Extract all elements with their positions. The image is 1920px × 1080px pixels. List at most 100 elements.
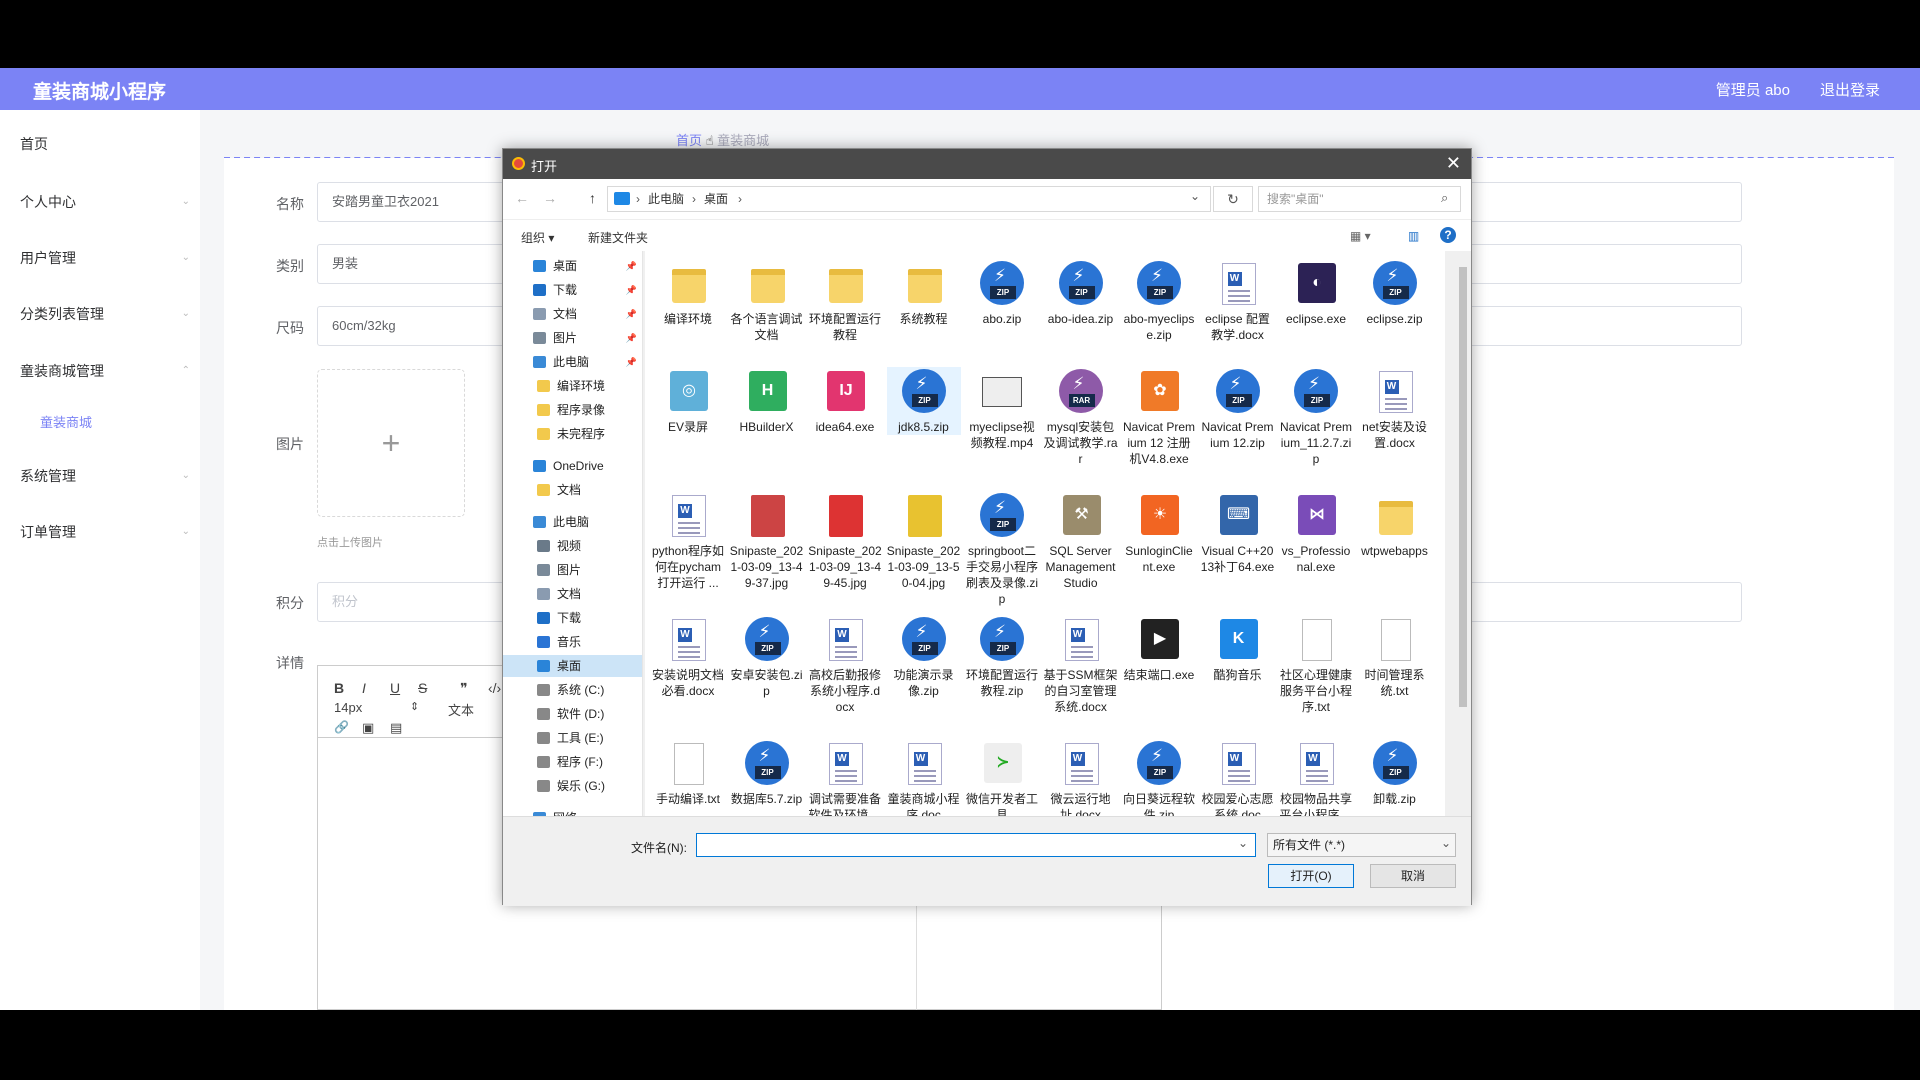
file-type-filter[interactable]: 所有文件 (*.*) — [1267, 833, 1456, 857]
files-scrollbar[interactable] — [1457, 251, 1469, 816]
file-item[interactable]: Snipaste_2021-03-09_13-50-04.jpg — [887, 491, 961, 591]
nav-item[interactable]: 图片 — [503, 559, 642, 581]
strike-button[interactable]: S — [418, 680, 427, 696]
nav-item[interactable]: 下载 📌 — [503, 279, 642, 301]
file-item[interactable]: 各个语言调试文档 — [730, 259, 804, 343]
filename-input[interactable] — [696, 833, 1256, 857]
file-item[interactable]: 时间管理系统.txt — [1358, 615, 1432, 699]
file-item[interactable]: ⚡ ZIP springboot二手交易小程序刷表及录像.zip — [965, 491, 1039, 607]
nav-item[interactable]: 此电脑 📌 — [503, 351, 642, 373]
sidebar-item-orders[interactable]: 订单管理 — [20, 522, 76, 542]
file-item[interactable]: ⚡ ZIP Navicat Premium 12.zip — [1201, 367, 1275, 451]
file-item[interactable]: W 微云运行地址.docx — [1044, 739, 1118, 816]
file-item[interactable]: Wnet安装及设置.docx — [1358, 367, 1432, 451]
nav-item[interactable]: 文档 — [503, 479, 642, 501]
nav-item[interactable]: 文档 📌 — [503, 303, 642, 325]
file-item[interactable]: ◎ EV录屏 — [651, 367, 725, 435]
code-button[interactable]: ‹/› — [488, 680, 501, 696]
font-size-select[interactable]: 14px — [334, 700, 362, 715]
nav-item[interactable]: 此电脑 — [503, 511, 642, 533]
file-item[interactable]: ⚡ ZIP 卸载.zip — [1358, 739, 1432, 807]
file-item[interactable]: W 校园爱心志愿系统.doc — [1201, 739, 1275, 816]
file-item[interactable]: W 基于SSM框架的自习室管理系统.docx — [1044, 615, 1118, 715]
nav-item[interactable]: 视频 — [503, 535, 642, 557]
nav-item[interactable]: 图片 📌 — [503, 327, 642, 349]
nav-item[interactable]: 编译环境 — [503, 375, 642, 397]
file-item[interactable]: ⚡ ZIP eclipse.zip — [1358, 259, 1432, 327]
nav-item[interactable]: 文档 — [503, 583, 642, 605]
up-icon[interactable]: ↑ — [589, 190, 596, 206]
file-item[interactable]: ⚡ ZIP 向日葵远程软件.zip — [1122, 739, 1196, 816]
file-item[interactable]: ⚡ RAR mysql安装包及调试教学.rar — [1044, 367, 1118, 467]
nav-item[interactable]: 软件 (D:) — [503, 703, 642, 725]
search-icon[interactable]: ⌕ — [1441, 190, 1448, 206]
view-options-icon[interactable]: ▦ ▾ — [1350, 229, 1371, 243]
nav-item[interactable]: OneDrive — [503, 455, 642, 477]
cancel-button[interactable]: 取消 — [1370, 864, 1456, 888]
filename-dropdown-icon[interactable]: ⌄ — [1238, 836, 1248, 850]
file-item[interactable]: Snipaste_2021-03-09_13-49-45.jpg — [808, 491, 882, 591]
help-icon[interactable]: ? — [1440, 227, 1456, 243]
preview-pane-icon[interactable]: ▥ — [1408, 229, 1419, 243]
file-item[interactable]: ⚡ ZIP 安卓安装包.zip — [730, 615, 804, 699]
file-item[interactable]: ⚡ ZIP abo.zip — [965, 259, 1039, 327]
file-item[interactable]: W 安装说明文档必看.docx — [651, 615, 725, 699]
file-item[interactable]: ⚒ SQL Server Management Studio — [1044, 491, 1118, 591]
file-item[interactable]: W 校园物品共享平台小程序 ... — [1279, 739, 1353, 816]
sidebar-item-system[interactable]: 系统管理 — [20, 466, 76, 486]
file-item[interactable]: ⚡ ZIP abo-idea.zip — [1044, 259, 1118, 327]
file-item[interactable]: ⚡ ZIP abo-myeclipse.zip — [1122, 259, 1196, 343]
quote-button[interactable]: ❞ — [460, 680, 468, 697]
nav-item[interactable]: 音乐 — [503, 631, 642, 653]
path-desktop[interactable]: 桌面 — [704, 187, 728, 211]
back-icon[interactable]: ← — [515, 190, 529, 206]
breadcrumb-home[interactable]: 首页 — [676, 133, 702, 148]
file-item[interactable]: ⚡ ZIP jdk8.5.zip — [886, 367, 961, 435]
file-item[interactable]: ⚡ ZIP 数据库5.7.zip — [730, 739, 804, 807]
nav-item[interactable]: 网络 — [503, 807, 642, 816]
file-item[interactable]: ⚡ ZIP 环境配置运行教程.zip — [965, 615, 1039, 699]
nav-item[interactable]: 工具 (E:) — [503, 727, 642, 749]
file-item[interactable]: wtpwebapps — [1358, 491, 1432, 559]
file-item[interactable]: Wpython程序如何在pycham打开运行 ... — [651, 491, 725, 591]
image-upload[interactable]: + — [317, 369, 465, 517]
logout-link[interactable]: 退出登录 — [1820, 79, 1880, 100]
files-scroll-thumb[interactable] — [1459, 267, 1467, 707]
search-input[interactable]: 搜索"桌面" — [1258, 186, 1461, 212]
file-item[interactable]: myeclipse视频教程.mp4 — [965, 367, 1039, 451]
forward-icon[interactable]: → — [543, 190, 557, 206]
underline-button[interactable]: U — [390, 680, 400, 696]
nav-item[interactable]: 下载 — [503, 607, 642, 629]
nav-item[interactable]: 娱乐 (G:) — [503, 775, 642, 797]
italic-button[interactable]: I — [362, 680, 366, 696]
file-item[interactable]: W 调试需要准备软件及环境 ... — [808, 739, 882, 816]
close-icon[interactable]: ✕ — [1446, 153, 1461, 174]
sidebar-subitem-mall[interactable]: 童装商城 — [40, 412, 92, 431]
file-item[interactable]: Snipaste_2021-03-09_13-49-37.jpg — [730, 491, 804, 591]
sidebar-item-categories[interactable]: 分类列表管理 — [20, 304, 104, 324]
file-item[interactable]: ◐ eclipse.exe — [1279, 259, 1353, 327]
file-item[interactable]: 系统教程 — [887, 259, 961, 327]
image-icon[interactable]: ▣ — [362, 720, 374, 736]
video-icon[interactable]: ▤ — [390, 720, 402, 736]
file-item[interactable]: W 高校后勤报修系统小程序.docx — [808, 615, 882, 715]
file-item[interactable]: 社区心理健康服务平台小程序.txt — [1279, 615, 1353, 715]
file-item[interactable]: ⚡ ZIP Navicat Premium_11.2.7.zip — [1279, 367, 1353, 467]
path-pc[interactable]: 此电脑 — [648, 187, 684, 211]
sidebar-item-mall[interactable]: 童装商城管理 — [20, 361, 104, 381]
file-item[interactable]: ☀ SunloginClient.exe — [1122, 491, 1196, 575]
open-button[interactable]: 打开(O) — [1268, 864, 1354, 888]
sidebar-item-users[interactable]: 用户管理 — [20, 248, 76, 268]
nav-item[interactable]: 桌面 📌 — [503, 255, 642, 277]
organize-menu[interactable]: 组织 ▾ — [521, 229, 554, 246]
filter-dropdown-icon[interactable]: ⌄ — [1441, 836, 1451, 850]
file-item[interactable]: 手动编译.txt — [651, 739, 725, 807]
file-item[interactable]: IJ idea64.exe — [808, 367, 882, 435]
new-folder-button[interactable]: 新建文件夹 — [588, 229, 648, 246]
file-item[interactable]: ⚡ ZIP 功能演示录像.zip — [887, 615, 961, 699]
refresh-icon[interactable]: ↻ — [1213, 186, 1253, 212]
file-item[interactable]: ⌨ Visual C++2013补丁64.exe — [1201, 491, 1275, 575]
nav-item[interactable]: 程序录像 — [503, 399, 642, 421]
file-item[interactable]: 编译环境 — [651, 259, 725, 327]
file-item[interactable]: H HBuilderX — [730, 367, 804, 435]
